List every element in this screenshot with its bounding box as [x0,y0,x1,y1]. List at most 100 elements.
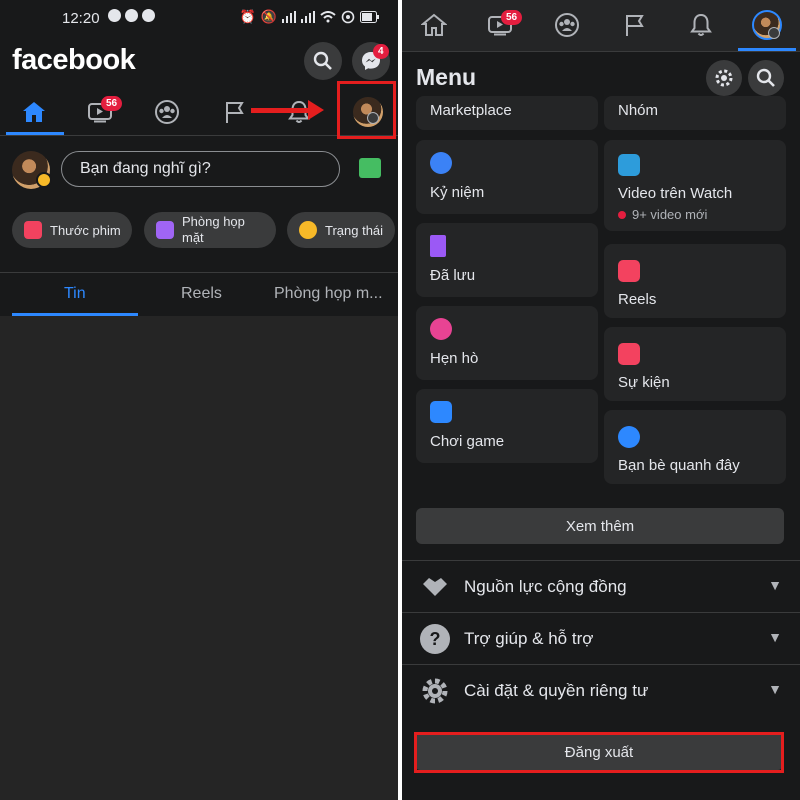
gear-icon [715,69,733,87]
tab-rooms[interactable]: Phòng họp m... [274,285,383,303]
feed-tab-indicator [12,313,138,316]
post-composer: Bạn đang nghĩ gì? [0,137,398,201]
tab-pages[interactable] [610,0,658,50]
photo-icon[interactable] [359,158,381,178]
chevron-down-icon: ▼ [768,681,782,697]
tab-menu[interactable] [743,0,791,50]
card-label: Marketplace [430,102,512,119]
card-label: Kỷ niệm [430,184,485,201]
tab-groups[interactable] [543,0,591,50]
menu-icon [768,27,780,39]
messenger-notification-icon [108,9,121,22]
see-more-button[interactable]: Xem thêm [416,508,784,544]
chevron-down-icon: ▼ [768,577,782,593]
card-reels[interactable]: Reels [604,244,786,318]
red-arrow-head [308,100,324,120]
notification-icons [108,9,155,22]
handshake-icon [420,572,450,602]
card-dating[interactable]: Hẹn hò [416,306,598,380]
right-navbar: 56 [402,0,800,52]
signal-icon [282,10,296,23]
tab-reels[interactable]: Reels [181,285,222,303]
clock-icon [430,152,452,174]
chip-reels[interactable]: Thước phim [12,212,132,248]
alarm-icon: ⏰ [239,9,256,24]
tab-home[interactable] [410,0,458,50]
section-help-support[interactable]: ? Trợ giúp & hỗ trợ ▼ [402,612,800,664]
card-marketplace[interactable]: Marketplace [416,96,598,130]
card-watch[interactable]: Video trên Watch 9+ video mới [604,140,786,231]
shazam-notification-icon [142,9,155,22]
reels-icon [24,221,42,239]
chip-label: Thước phim [50,222,121,238]
left-screenshot: 12:20 ⏰ 🔕 facebook 4 56 Bạn đang nghĩ gì… [0,0,398,800]
card-label: Sự kiện [618,374,670,391]
wifi-icon [320,10,336,22]
chip-status[interactable]: Trạng thái [287,212,395,248]
reels-icon [618,260,640,282]
tab-groups[interactable] [143,88,191,136]
status-bar: 12:20 ⏰ 🔕 [0,0,398,36]
flag-icon [226,102,244,123]
card-label: Nhóm [618,102,659,119]
card-nearby-friends[interactable]: Bạn bè quanh đây [604,410,786,484]
facebook-logo: facebook [12,44,136,76]
card-groups[interactable]: Nhóm [604,96,786,130]
card-events[interactable]: Sự kiện [604,327,786,401]
tab-stories[interactable]: Tin [64,285,86,303]
card-label: Bạn bè quanh đây [618,457,740,474]
tab-watch[interactable] [76,88,124,136]
watch-icon [618,154,640,176]
smile-icon [299,221,317,239]
new-dot [618,210,626,219]
card-subtitle-text: 9+ video mới [632,207,708,222]
menu-highlight-box [337,81,396,139]
card-memories[interactable]: Kỷ niệm [416,140,598,214]
card-label: Hẹn hò [430,350,479,367]
red-arrow [251,108,311,113]
card-saved[interactable]: Đã lưu [416,223,598,297]
search-button[interactable] [304,42,342,80]
settings-button[interactable] [706,60,742,96]
left-empty-area [0,316,398,800]
active-tab-indicator [6,132,64,135]
mute-icon: 🔕 [260,9,277,24]
section-community-resources[interactable]: Nguồn lực cộng đồng ▼ [402,560,800,612]
feed-tabs: Tin Reels Phòng họp m... [0,272,398,316]
gear-icon [420,676,450,706]
search-button[interactable] [748,60,784,96]
tab-notifications[interactable] [677,0,725,50]
composer-input[interactable]: Bạn đang nghĩ gì? [61,151,340,187]
search-icon [313,51,332,70]
tab-home[interactable] [10,88,58,136]
system-icons: ⏰ 🔕 [240,9,380,24]
quick-actions: Thước phim Phòng họp mặt Trạng thái [0,208,398,254]
groups-icon [555,13,579,37]
signal-2-icon [301,10,315,23]
flag-icon [626,15,644,36]
gaming-icon [430,401,452,423]
bell-icon [690,13,712,36]
hotspot-icon [341,10,355,23]
chip-label: Phòng họp mặt [182,214,245,245]
card-gaming[interactable]: Chơi game [416,389,598,463]
location-icon [618,426,640,448]
chevron-down-icon: ▼ [768,629,782,645]
mood-icon [36,172,52,188]
status-time: 12:20 [62,10,100,27]
card-subtitle: 9+ video mới [618,207,707,222]
section-label: Nguồn lực cộng đồng [464,577,627,596]
active-tab-indicator [738,48,796,51]
chip-room[interactable]: Phòng họp mặt [144,212,276,248]
section-label: Trợ giúp & hỗ trợ [464,629,594,648]
messenger-badge: 4 [373,44,389,59]
app-notification-icon [125,9,138,22]
card-label: Chơi game [430,433,505,450]
groups-icon [155,100,179,124]
battery-icon [360,10,379,23]
watch-badge: 56 [101,96,123,111]
tab-watch[interactable] [476,0,524,50]
menu-title: Menu [416,64,477,90]
calendar-icon [618,343,640,365]
section-settings-privacy[interactable]: Cài đặt & quyền riêng tư ▼ [402,664,800,716]
